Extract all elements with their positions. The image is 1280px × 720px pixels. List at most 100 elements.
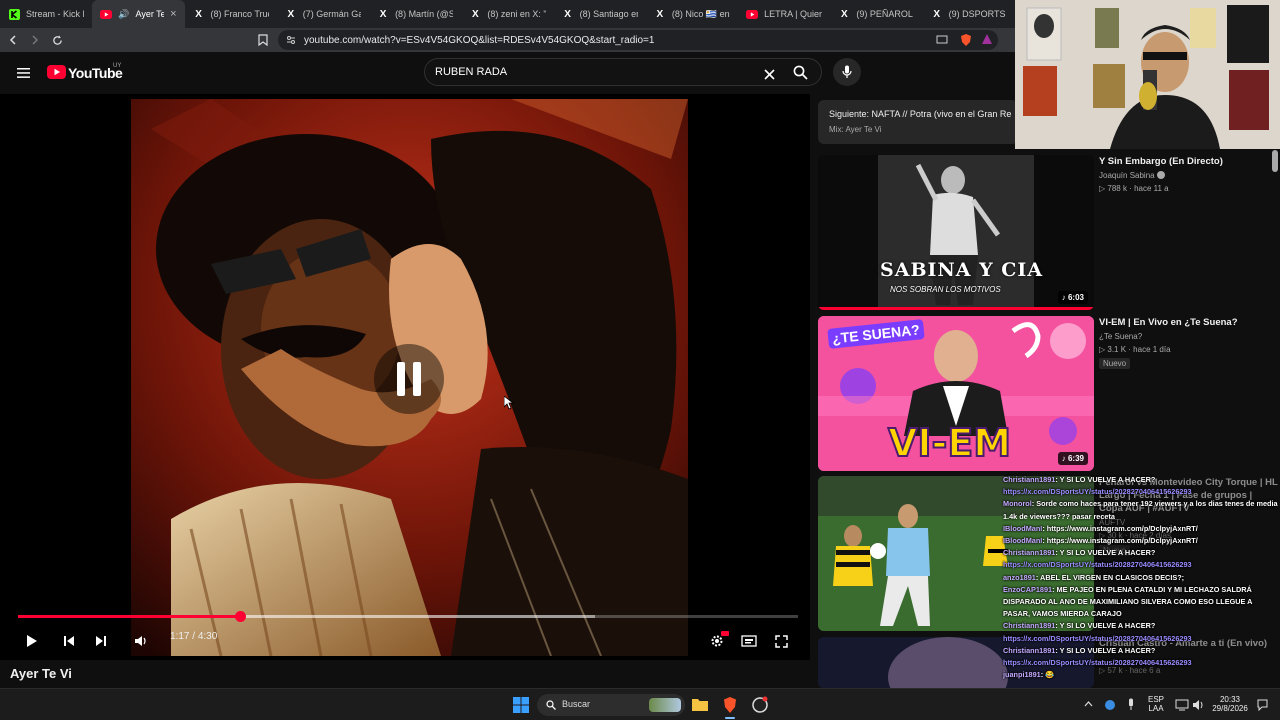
gear-icon (711, 635, 723, 647)
next-button[interactable] (88, 628, 114, 654)
volume-button[interactable] (128, 628, 154, 654)
chat-message: Christiann1891: Y SI LO VUELVE A HACER? (1003, 645, 1280, 657)
x-icon: X (379, 8, 387, 20)
brave-shields-icon[interactable] (960, 33, 972, 47)
search-input[interactable]: RUBEN RADA (435, 66, 507, 78)
chat-message: https://x.com/DSportsUY/status/202827040… (1003, 657, 1280, 669)
settings-button[interactable] (704, 628, 730, 654)
browser-toolbar: youtube.com/watch?v=ESv4V54GKOQ&list=RDE… (0, 28, 1015, 52)
browser-tab[interactable]: X (8) zeni en X: "ga (461, 0, 553, 28)
clear-search-button[interactable] (764, 67, 776, 80)
scrollbar-thumb[interactable] (1272, 150, 1278, 172)
x-icon: X (287, 8, 295, 20)
chat-username: Christiann1891 (1003, 548, 1056, 558)
hamburger-icon (17, 68, 30, 78)
kick-icon (8, 8, 20, 20)
chat-message: juanpi1891: 😂 (1003, 669, 1280, 681)
chat-username: juanpi1891 (1003, 670, 1041, 680)
pause-icon (397, 362, 421, 396)
network-icon[interactable] (1175, 699, 1189, 711)
browser-tab[interactable]: LETRA | Quiero je (738, 0, 830, 28)
tab-title: LETRA | Quiero je (764, 9, 822, 19)
fullscreen-button[interactable] (768, 628, 794, 654)
browser-tab[interactable]: X (9) DSPORTS Uru (923, 0, 1015, 28)
tab-title: Stream - Kick Da (26, 9, 84, 19)
onedrive-icon[interactable] (1104, 699, 1116, 711)
x-icon: X (841, 8, 848, 20)
browser-tab[interactable]: X (9) PEÑAROL en (830, 0, 922, 28)
address-bar[interactable]: youtube.com/watch?v=ESv4V54GKOQ&list=RDE… (278, 30, 998, 50)
pause-overlay[interactable] (374, 344, 444, 414)
cast-icon[interactable] (936, 35, 948, 45)
browser-tab[interactable]: X (8) Nico 🇺🇾 en X (646, 0, 738, 28)
tab-title: (9) DSPORTS Uru (948, 9, 1007, 19)
progress-bar[interactable] (18, 611, 798, 622)
file-explorer-button[interactable] (692, 697, 708, 711)
browser-tab[interactable]: X (8) Santiago en X (554, 0, 646, 28)
up-next-title[interactable]: Siguiente: NAFTA // Potra (vivo en el Gr… (829, 109, 1011, 119)
video-player[interactable]: 1:17 / 4:30 (0, 94, 810, 660)
start-button[interactable] (513, 697, 529, 713)
chat-text: : Y SI LO VUELVE A HACER? (1055, 621, 1156, 631)
up-next-panel[interactable]: Siguiente: NAFTA // Potra (vivo en el Gr… (818, 100, 1018, 144)
play-button[interactable] (19, 628, 45, 654)
speaker-icon[interactable]: 🔊 (118, 9, 129, 20)
tab-title: (8) Santiago en X (579, 9, 638, 19)
chat-username: Monorol (1003, 499, 1032, 509)
back-arrow-icon (9, 35, 16, 45)
thumbnail-subtext: VI-EM (887, 420, 1012, 466)
x-icon: X (933, 8, 940, 20)
next-icon (96, 636, 106, 646)
microphone-icon[interactable] (1127, 698, 1135, 711)
search-icon (793, 65, 808, 80)
chevron-up-icon[interactable] (1084, 701, 1093, 707)
voice-search-button[interactable] (833, 58, 861, 86)
taskbar-search[interactable]: Buscar (537, 694, 685, 716)
forward-button[interactable] (24, 29, 46, 51)
browser-tab[interactable]: 🔊 Ayer Te V × (92, 0, 185, 28)
recommendation-title[interactable]: Y Sin Embargo (En Directo) (1099, 156, 1223, 167)
chat-text: : ABEL EL VIRGEN EN CLASICOS DECIS?; (1035, 572, 1185, 582)
browser-tab[interactable]: X (8) Franco Trucco (185, 0, 277, 28)
chat-text: https://x.com/DSportsUY/status/202827040… (1003, 658, 1192, 668)
close-tab-icon[interactable]: × (170, 8, 176, 20)
tab-title: (8) Franco Trucco (210, 9, 269, 19)
webcam-image (1015, 0, 1280, 149)
browser-tab[interactable]: X (7) Germán Garcí (277, 0, 369, 28)
chat-username: IBloodManI (1003, 523, 1043, 533)
clock[interactable]: 20:33 29/8/2026 (1210, 695, 1250, 713)
input-language[interactable]: ESP LAA (1144, 695, 1168, 713)
recommendation-thumbnail[interactable]: ¿TE SUENA? VI-EM ♪ 6:39 (818, 316, 1094, 471)
menu-button[interactable] (17, 66, 31, 78)
miniplayer-icon (741, 635, 757, 647)
active-indicator (725, 717, 735, 719)
youtube-logo-icon[interactable] (47, 65, 66, 79)
tab-title: (8) zeni en X: "ga (487, 9, 545, 19)
browser-tab[interactable]: X (8) Martín (@Son (369, 0, 461, 28)
search-box[interactable]: RUBEN RADA (424, 58, 822, 86)
miniplayer-button[interactable] (736, 628, 762, 654)
previous-button[interactable] (56, 628, 82, 654)
youtube-header: YouTube UY RUBEN RADA (0, 52, 1015, 94)
browser-tab[interactable]: Stream - Kick Da (0, 0, 92, 28)
duration: 4:30 (197, 631, 218, 642)
microphone-icon (842, 65, 852, 78)
notification-icon[interactable] (1257, 699, 1268, 711)
recommendation-thumbnail[interactable]: SABINA Y CIA NOS SOBRAN LOS MOTIVOS ♪ 6:… (818, 155, 1094, 310)
recommendation-title[interactable]: VI-EM | En Vivo en ¿Te Suena? (1099, 317, 1238, 328)
search-highlight-icon (649, 698, 681, 712)
time-display: 1:17 / 4:30 (170, 631, 218, 642)
recommendation-channel[interactable]: Joaquín Sabina (1099, 171, 1165, 180)
bookmark-button[interactable] (258, 33, 272, 47)
reload-button[interactable] (46, 29, 68, 51)
stream-chat-overlay: Christiann1891: Y SI LO VUELVE A HACER? h… (1003, 474, 1280, 680)
volume-icon[interactable] (1192, 699, 1205, 711)
chat-message: Monorol: Sorde como haces para tener 192… (1003, 498, 1280, 522)
brave-rewards-icon[interactable] (981, 33, 993, 45)
tab-title: (8) Martín (@Son (395, 9, 454, 19)
back-button[interactable] (2, 29, 24, 51)
obs-taskbar-button[interactable] (751, 696, 769, 714)
brave-taskbar-button[interactable] (722, 696, 738, 719)
recommendation-channel[interactable]: ¿Te Suena? (1099, 332, 1142, 341)
search-button[interactable] (793, 65, 809, 81)
